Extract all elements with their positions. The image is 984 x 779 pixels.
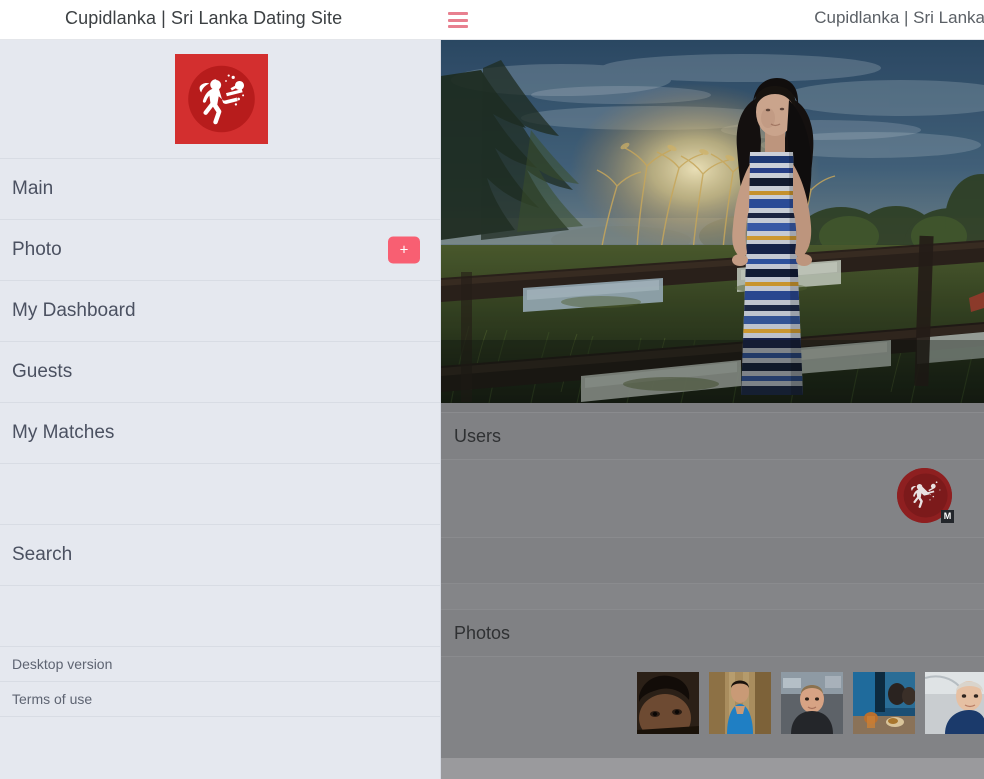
- sidebar-item-my-dashboard[interactable]: My Dashboard: [0, 281, 440, 342]
- hero-image: [441, 40, 984, 403]
- sidebar-item-label: Photo: [12, 239, 62, 260]
- sidebar-item-photo[interactable]: Photo +: [0, 220, 440, 281]
- hamburger-icon[interactable]: [448, 12, 468, 28]
- sidebar-item-search[interactable]: Search: [0, 525, 440, 586]
- sidebar-spacer-row-2: [0, 586, 440, 647]
- sidebar-item-label: Search: [12, 544, 73, 565]
- users-list: M: [441, 460, 984, 538]
- avatar-badge: M: [941, 510, 954, 523]
- top-bar: Cupidlanka | Sri Lanka Dating Site Cupid…: [0, 0, 984, 40]
- photo-thumbnail[interactable]: [781, 672, 843, 734]
- app-root: Cupidlanka | Sri Lanka Dating Site Cupid…: [0, 0, 984, 779]
- site-brand-label: Cupidlanka | Sri Lanka: [814, 8, 984, 27]
- hamburger-bar: [448, 18, 468, 22]
- photo-thumbnail[interactable]: [925, 672, 984, 734]
- sidebar-item-label: My Dashboard: [12, 300, 136, 321]
- sidebar-item-label: Guests: [12, 361, 73, 382]
- hamburger-bar: [448, 25, 468, 28]
- sidebar-footer-label: Terms of use: [12, 691, 93, 707]
- page-title: Cupidlanka | Sri Lanka Dating Site: [65, 8, 343, 28]
- hero-divider: [441, 403, 984, 412]
- hamburger-bar: [448, 12, 468, 15]
- sidebar-item-label: My Matches: [12, 422, 115, 443]
- photo-thumbnail[interactable]: [709, 672, 771, 734]
- sidebar-item-main[interactable]: Main: [0, 159, 440, 220]
- section-gap: [441, 584, 984, 609]
- section-header-users: Users: [441, 412, 984, 460]
- photo-thumbnail[interactable]: [853, 672, 915, 734]
- main-content: Users M Photos: [441, 40, 984, 779]
- sidebar-footer-label: Desktop version: [12, 656, 113, 672]
- sidebar-item-guests[interactable]: Guests: [0, 342, 440, 403]
- cupid-logo-icon[interactable]: [175, 54, 268, 144]
- photo-thumbnail-strip: [637, 672, 984, 734]
- users-section-spacer: [441, 538, 984, 584]
- sidebar-item-desktop-version[interactable]: Desktop version: [0, 647, 440, 682]
- section-title: Users: [454, 425, 502, 446]
- sidebar-spacer-row: [0, 464, 440, 525]
- sidebar-item-terms-of-use[interactable]: Terms of use: [0, 682, 440, 717]
- sidebar-item-label: Main: [12, 178, 54, 199]
- add-photo-button[interactable]: +: [388, 236, 420, 264]
- sidebar: Main Photo + My Dashboard Guests My Matc…: [0, 40, 441, 779]
- sidebar-item-my-matches[interactable]: My Matches: [0, 403, 440, 464]
- photo-thumbnail[interactable]: [637, 672, 699, 734]
- sidebar-logo-row: [0, 40, 440, 159]
- sidebar-bottom-spacer: [0, 717, 440, 775]
- section-title: Photos: [454, 622, 511, 643]
- photos-list: [441, 657, 984, 758]
- section-header-photos: Photos: [441, 609, 984, 657]
